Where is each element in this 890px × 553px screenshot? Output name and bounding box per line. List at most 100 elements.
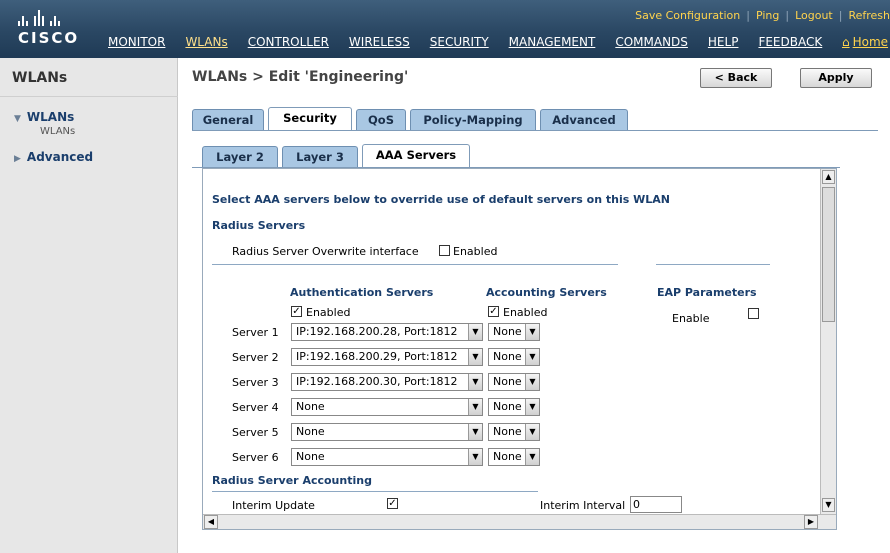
sidebar-item-advanced[interactable]: ▶ Advanced bbox=[14, 150, 93, 164]
acct-enabled-label: Enabled bbox=[503, 306, 548, 319]
scroll-left-arrow-icon[interactable]: ◀ bbox=[204, 515, 218, 529]
logout-link[interactable]: Logout bbox=[795, 9, 833, 22]
menu-feedback[interactable]: FEEDBACK bbox=[758, 35, 822, 49]
server-2-acct-select[interactable]: None ▼ bbox=[488, 348, 540, 366]
subtab-layer-2[interactable]: Layer 2 bbox=[202, 146, 278, 168]
dropdown-arrow-icon: ▼ bbox=[525, 349, 539, 365]
refresh-link[interactable]: Refresh bbox=[848, 9, 890, 22]
sidebar-item-label: Advanced bbox=[26, 150, 94, 164]
auth-enabled-label: Enabled bbox=[306, 306, 351, 319]
menu-help[interactable]: HELP bbox=[708, 35, 739, 49]
server-3-acct-select[interactable]: None ▼ bbox=[488, 373, 540, 391]
dropdown-arrow-icon: ▼ bbox=[468, 399, 482, 415]
divider bbox=[212, 264, 618, 265]
sidebar-divider bbox=[0, 96, 178, 97]
home-link[interactable]: ⌂ Home bbox=[842, 35, 888, 49]
tab-policy-mapping[interactable]: Policy-Mapping bbox=[410, 109, 536, 131]
home-icon: ⌂ bbox=[842, 35, 850, 49]
overwrite-enabled-label: Enabled bbox=[453, 245, 498, 258]
menu-security[interactable]: SECURITY bbox=[430, 35, 489, 49]
aaa-intro-text: Select AAA servers below to override use… bbox=[212, 193, 670, 206]
tab-security[interactable]: Security bbox=[268, 107, 352, 131]
server-1-label: Server 1 bbox=[232, 326, 279, 339]
dropdown-arrow-icon: ▼ bbox=[525, 424, 539, 440]
interim-update-checkbox[interactable]: ✓ bbox=[387, 498, 398, 509]
menu-wireless[interactable]: WIRELESS bbox=[349, 35, 410, 49]
dropdown-arrow-icon: ▼ bbox=[468, 424, 482, 440]
divider bbox=[212, 491, 538, 492]
scroll-up-arrow-icon[interactable]: ▲ bbox=[822, 170, 835, 184]
page-title: WLANs > Edit 'Engineering' bbox=[192, 69, 409, 85]
utility-links: Save Configuration | Ping | Logout | Refresh bbox=[635, 9, 890, 22]
menu-commands[interactable]: COMMANDS bbox=[615, 35, 688, 49]
overwrite-interface-label: Radius Server Overwrite interface bbox=[232, 245, 419, 258]
dropdown-arrow-icon: ▼ bbox=[525, 449, 539, 465]
interim-update-label: Interim Update bbox=[232, 499, 315, 512]
tab-advanced[interactable]: Advanced bbox=[540, 109, 628, 131]
cisco-logo: CISCO bbox=[18, 10, 79, 47]
dropdown-arrow-icon: ▼ bbox=[525, 399, 539, 415]
horizontal-scrollbar[interactable]: ◀ ▶ bbox=[203, 514, 836, 529]
menu-management[interactable]: MANAGEMENT bbox=[509, 35, 596, 49]
server-2-auth-select[interactable]: IP:192.168.200.29, Port:1812 ▼ bbox=[291, 348, 483, 366]
tab-qos[interactable]: QoS bbox=[356, 109, 406, 131]
main-menu: MONITOR WLANs CONTROLLER WIRELESS SECURI… bbox=[108, 35, 842, 49]
server-6-label: Server 6 bbox=[232, 451, 279, 464]
sidebar-item-wlans[interactable]: ▼ WLANs bbox=[14, 110, 74, 124]
ping-link[interactable]: Ping bbox=[756, 9, 779, 22]
server-1-auth-select[interactable]: IP:192.168.200.28, Port:1812 ▼ bbox=[291, 323, 483, 341]
eap-enable-label: Enable bbox=[672, 312, 710, 325]
sidebar: WLANs ▼ WLANs WLANs ▶ Advanced bbox=[0, 58, 178, 553]
acct-servers-heading: Accounting Servers bbox=[486, 286, 607, 299]
overwrite-interface-checkbox[interactable] bbox=[439, 245, 450, 256]
server-6-acct-select[interactable]: None ▼ bbox=[488, 448, 540, 466]
back-button[interactable]: < Back bbox=[700, 68, 772, 88]
dropdown-arrow-icon: ▼ bbox=[468, 449, 482, 465]
server-4-acct-select[interactable]: None ▼ bbox=[488, 398, 540, 416]
cisco-logo-text: CISCO bbox=[18, 29, 80, 47]
vertical-scroll-thumb[interactable] bbox=[822, 187, 835, 322]
tab-underline bbox=[192, 130, 878, 131]
vertical-scrollbar[interactable]: ▲ ▼ bbox=[820, 169, 836, 514]
apply-button[interactable]: Apply bbox=[800, 68, 872, 88]
dropdown-arrow-icon: ▼ bbox=[468, 324, 482, 340]
subtab-layer-3[interactable]: Layer 3 bbox=[282, 146, 358, 168]
cisco-logo-bars-icon bbox=[18, 10, 79, 26]
server-4-auth-select[interactable]: None ▼ bbox=[291, 398, 483, 416]
dropdown-arrow-icon: ▼ bbox=[525, 324, 539, 340]
acct-enabled-checkbox[interactable]: ✓ bbox=[488, 306, 499, 317]
server-3-label: Server 3 bbox=[232, 376, 279, 389]
menu-monitor[interactable]: MONITOR bbox=[108, 35, 165, 49]
dropdown-arrow-icon: ▼ bbox=[468, 349, 482, 365]
tab-general[interactable]: General bbox=[192, 109, 264, 131]
server-1-acct-select[interactable]: None ▼ bbox=[488, 323, 540, 341]
server-3-auth-select[interactable]: IP:192.168.200.30, Port:1812 ▼ bbox=[291, 373, 483, 391]
server-5-auth-select[interactable]: None ▼ bbox=[291, 423, 483, 441]
radius-servers-heading: Radius Servers bbox=[212, 219, 306, 232]
eap-parameters-heading: EAP Parameters bbox=[657, 286, 757, 299]
expanded-arrow-icon: ▼ bbox=[14, 114, 21, 124]
auth-enabled-checkbox[interactable]: ✓ bbox=[291, 306, 302, 317]
menu-controller[interactable]: CONTROLLER bbox=[248, 35, 329, 49]
interim-interval-label: Interim Interval bbox=[540, 499, 626, 512]
server-4-label: Server 4 bbox=[232, 401, 279, 414]
interim-interval-input[interactable]: 0 bbox=[630, 496, 682, 513]
eap-enable-checkbox[interactable] bbox=[748, 308, 759, 319]
sidebar-title: WLANs bbox=[12, 70, 68, 86]
radius-accounting-heading: Radius Server Accounting bbox=[212, 474, 372, 487]
server-6-auth-select[interactable]: None ▼ bbox=[291, 448, 483, 466]
sidebar-item-label: WLANs bbox=[26, 110, 75, 124]
collapsed-arrow-icon: ▶ bbox=[14, 154, 21, 164]
server-2-label: Server 2 bbox=[232, 351, 279, 364]
scroll-down-arrow-icon[interactable]: ▼ bbox=[822, 498, 835, 512]
dropdown-arrow-icon: ▼ bbox=[468, 374, 482, 390]
subtab-aaa-servers[interactable]: AAA Servers bbox=[362, 144, 470, 168]
save-configuration-link[interactable]: Save Configuration bbox=[635, 9, 740, 22]
dropdown-arrow-icon: ▼ bbox=[525, 374, 539, 390]
menu-wlans[interactable]: WLANs bbox=[185, 35, 227, 49]
scroll-right-arrow-icon[interactable]: ▶ bbox=[804, 515, 818, 529]
server-5-label: Server 5 bbox=[232, 426, 279, 439]
sidebar-subitem-wlans[interactable]: WLANs bbox=[40, 126, 75, 137]
server-5-acct-select[interactable]: None ▼ bbox=[488, 423, 540, 441]
home-label: Home bbox=[852, 35, 889, 49]
